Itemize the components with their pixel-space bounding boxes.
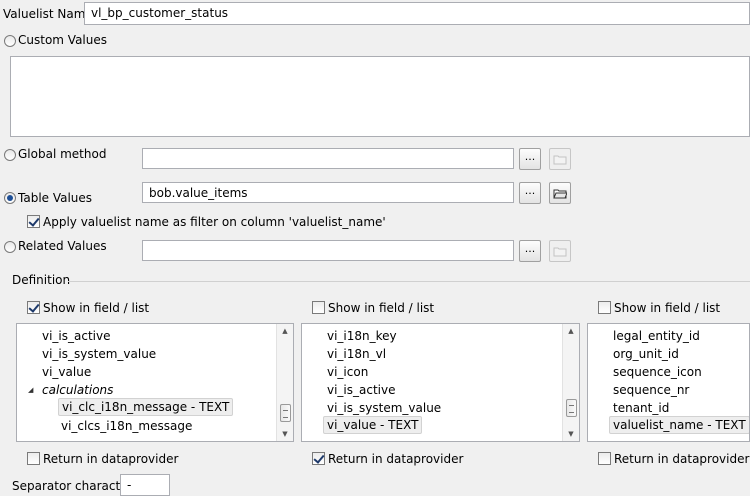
separator-label: Separator character (12, 479, 133, 493)
related-values-browse-button[interactable]: ... (519, 240, 541, 262)
scroll-thumb[interactable] (280, 404, 291, 422)
table-values-label: Table Values (18, 191, 93, 205)
column2-show-checkbox[interactable] (312, 301, 325, 314)
column2-scrollbar[interactable]: ▲ ▼ (562, 324, 579, 441)
apply-filter-checkbox[interactable] (27, 215, 40, 228)
list-item[interactable]: vi_is_active (42, 327, 111, 345)
folder-icon (553, 247, 567, 257)
column1-return-checkbox[interactable] (27, 452, 40, 465)
scroll-down-icon[interactable]: ▼ (277, 430, 293, 438)
list-item[interactable]: vi_value (42, 363, 91, 381)
column1-show-checkbox[interactable] (27, 301, 40, 314)
list-item[interactable]: legal_entity_id (613, 327, 700, 345)
apply-filter-label: Apply valuelist name as filter on column… (43, 215, 386, 229)
column3-list[interactable]: legal_entity_id org_unit_id sequence_ico… (587, 323, 750, 442)
scroll-up-icon[interactable]: ▲ (277, 327, 293, 335)
column1-list[interactable]: vi_is_active vi_is_system_value vi_value… (16, 323, 294, 442)
table-values-open-button[interactable] (549, 182, 571, 204)
related-values-label: Related Values (18, 239, 107, 253)
column2-list[interactable]: vi_i18n_key vi_i18n_vl vi_icon vi_is_act… (301, 323, 580, 442)
definition-label: Definition (12, 273, 71, 287)
valuelist-name-label: Valuelist Name (3, 7, 93, 21)
column3-return-label: Return in dataprovider (614, 452, 750, 466)
table-values-input[interactable]: bob.value_items (142, 182, 514, 203)
column1-return-label: Return in dataprovider (43, 452, 179, 466)
list-item[interactable]: org_unit_id (613, 345, 679, 363)
custom-values-textarea[interactable] (10, 56, 750, 137)
list-item[interactable]: sequence_nr (613, 381, 689, 399)
scroll-up-icon[interactable]: ▲ (563, 327, 579, 335)
list-item[interactable]: sequence_icon (613, 363, 702, 381)
tree-expand-icon[interactable]: ◢ (28, 386, 33, 394)
definition-separator (68, 281, 750, 282)
scroll-down-icon[interactable]: ▼ (563, 430, 579, 438)
list-item[interactable]: vi_clcs_i18n_message (61, 417, 192, 435)
global-method-browse-button[interactable]: ... (519, 148, 541, 170)
table-values-browse-button[interactable]: ... (519, 182, 541, 204)
valuelist-name-input[interactable]: vl_bp_customer_status (84, 2, 750, 25)
column2-show-label: Show in field / list (328, 301, 435, 315)
global-method-open-button[interactable] (549, 148, 571, 170)
column1-show-label: Show in field / list (43, 301, 150, 315)
list-item[interactable]: vi_is_active (327, 381, 396, 399)
list-item-selected[interactable]: vi_value - TEXT (323, 416, 423, 434)
column1-scrollbar[interactable]: ▲ ▼ (276, 324, 293, 441)
related-values-radio[interactable] (4, 241, 16, 253)
list-item[interactable]: tenant_id (613, 399, 669, 417)
list-item[interactable]: vi_is_system_value (42, 345, 156, 363)
table-values-radio[interactable] (4, 192, 16, 204)
column3-return-checkbox[interactable] (598, 452, 611, 465)
list-item[interactable]: vi_icon (327, 363, 368, 381)
list-item-selected[interactable]: valuelist_name - TEXT (609, 416, 749, 434)
folder-icon (553, 189, 568, 199)
list-item-selected[interactable]: vi_clc_i18n_message - TEXT (58, 398, 234, 416)
global-method-radio[interactable] (4, 149, 16, 161)
column2-return-checkbox[interactable] (312, 452, 325, 465)
global-method-label: Global method (18, 147, 107, 161)
related-values-open-button[interactable] (549, 240, 571, 262)
list-item[interactable]: vi_i18n_key (327, 327, 397, 345)
list-item[interactable]: vi_i18n_vl (327, 345, 386, 363)
custom-values-radio[interactable] (4, 35, 16, 47)
scroll-thumb[interactable] (566, 399, 577, 417)
column3-show-label: Show in field / list (614, 301, 721, 315)
column3-show-checkbox[interactable] (598, 301, 611, 314)
related-values-input[interactable] (142, 240, 514, 261)
list-item[interactable]: vi_is_system_value (327, 399, 441, 417)
folder-icon (553, 155, 567, 165)
global-method-input[interactable] (142, 148, 514, 169)
list-group[interactable]: calculations (42, 381, 113, 399)
separator-input[interactable]: - (120, 474, 170, 496)
custom-values-label: Custom Values (18, 33, 107, 47)
column2-return-label: Return in dataprovider (328, 452, 464, 466)
